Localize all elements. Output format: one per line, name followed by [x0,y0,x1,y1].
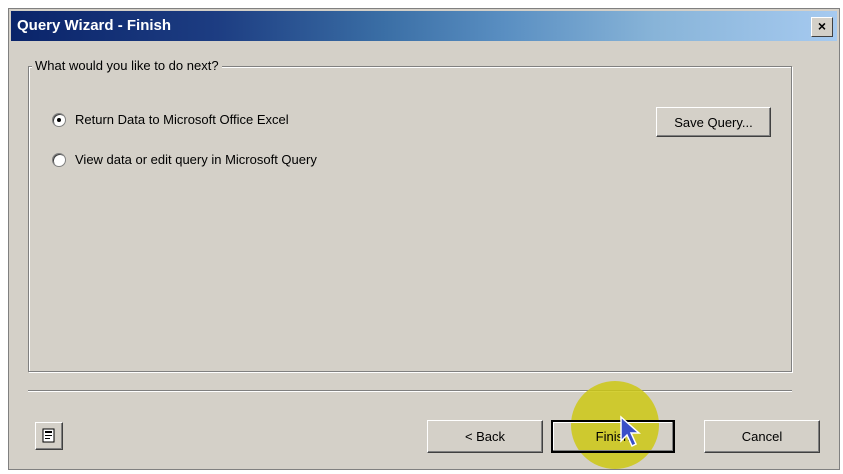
mouse-pointer-icon [620,415,641,448]
dialog-title: Query Wizard - Finish [17,17,172,34]
cancel-button[interactable]: Cancel [704,420,820,453]
radio-view-edit-query[interactable] [52,152,66,167]
separator [28,390,792,392]
finish-button[interactable]: Finish [551,420,675,453]
groupbox-legend: What would you like to do next? [32,58,222,73]
save-query-button[interactable]: Save Query... [656,107,771,137]
back-button[interactable]: < Back [427,420,543,453]
option-return-data[interactable]: Return Data to Microsoft Office Excel [52,112,289,127]
option-view-edit-query-label: View data or edit query in Microsoft Que… [75,152,317,167]
radio-return-data[interactable] [52,112,66,127]
title-bar[interactable]: Query Wizard - Finish × [11,11,837,41]
help-icon [42,428,55,443]
option-view-edit-query[interactable]: View data or edit query in Microsoft Que… [52,152,317,167]
help-button[interactable] [35,422,63,450]
option-return-data-label: Return Data to Microsoft Office Excel [75,112,289,127]
close-button[interactable]: × [811,17,833,37]
